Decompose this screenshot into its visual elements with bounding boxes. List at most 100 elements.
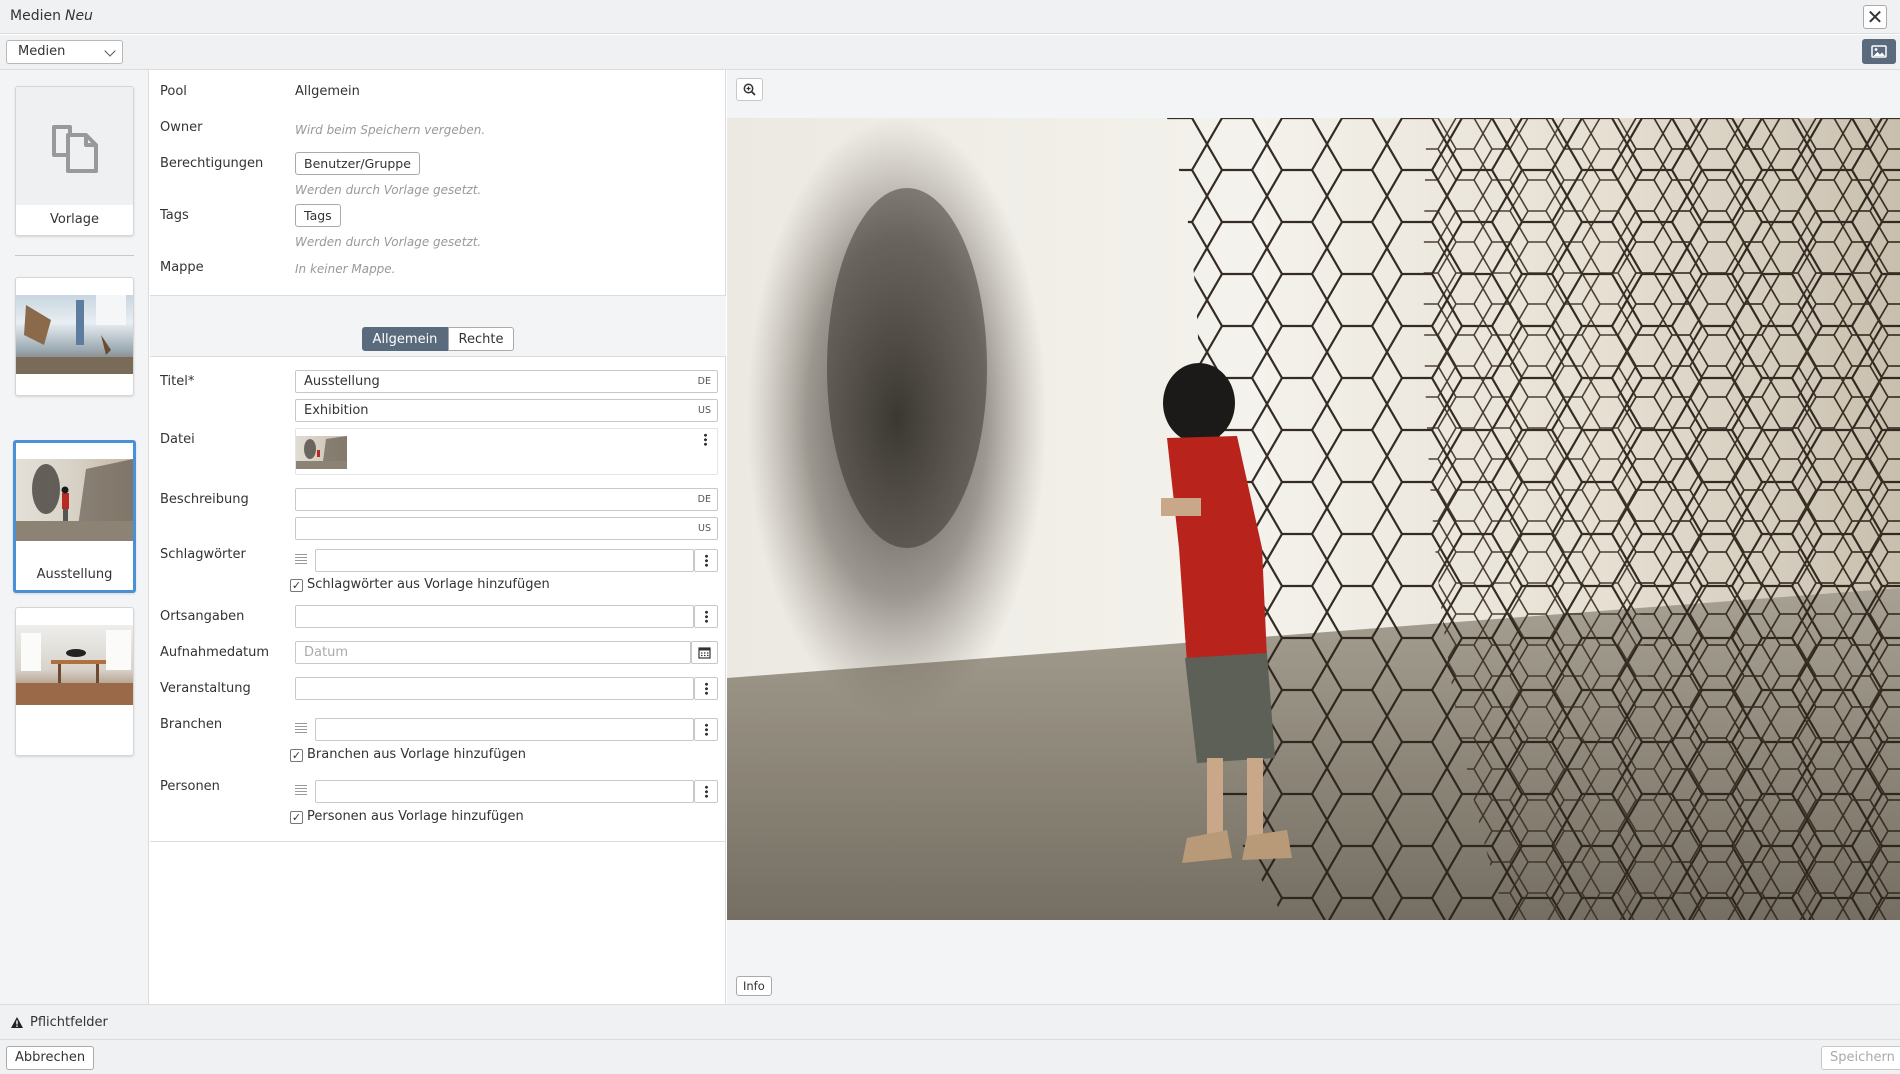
branches-menu-button[interactable] — [694, 718, 718, 741]
more-vertical-icon — [704, 554, 708, 567]
event-menu-button[interactable] — [694, 677, 718, 700]
info-button[interactable]: Info — [736, 976, 772, 996]
template-card-label: Vorlage — [49, 212, 99, 227]
zoom-button[interactable] — [736, 78, 763, 101]
more-vertical-icon — [704, 682, 708, 695]
description-us-input[interactable]: US — [295, 517, 718, 540]
language-badge-us: US — [698, 405, 711, 416]
permissions-button[interactable]: Benutzer/Gruppe — [295, 152, 420, 175]
drag-handle-icon[interactable] — [295, 723, 307, 735]
tab-bar: Allgemein Rechte — [150, 295, 726, 357]
checkmark-icon: ✓ — [291, 811, 302, 824]
checkmark-icon: ✓ — [291, 749, 302, 762]
branches-template-label: Branchen aus Vorlage hinzufügen — [307, 747, 526, 762]
description-label: Beschreibung — [160, 492, 249, 507]
title-us-input[interactable]: Exhibition US — [295, 399, 718, 422]
title-de-input[interactable]: Ausstellung DE — [295, 370, 718, 393]
save-button[interactable]: Speichern — [1821, 1046, 1900, 1070]
branches-template-checkbox[interactable]: ✓ — [290, 749, 303, 762]
template-card[interactable]: Vorlage — [15, 86, 134, 236]
event-input[interactable] — [295, 677, 694, 700]
calendar-icon — [698, 647, 711, 659]
title-label: Titel* — [160, 374, 195, 389]
keywords-input[interactable] — [315, 549, 694, 572]
persons-menu-button[interactable] — [694, 780, 718, 803]
more-vertical-icon — [704, 785, 708, 798]
folder-hint: In keiner Mappe. — [295, 262, 396, 276]
media-card-selected[interactable]: Ausstellung — [13, 440, 136, 593]
drag-handle-icon[interactable] — [295, 785, 307, 797]
media-thumbnail — [16, 459, 133, 541]
pool-label: Pool — [160, 84, 187, 99]
locations-menu-button[interactable] — [694, 605, 718, 628]
close-button[interactable]: ✕ — [1863, 5, 1887, 29]
event-label: Veranstaltung — [160, 681, 251, 696]
media-card-label: Ausstellung — [36, 567, 113, 582]
tags-hint: Werden durch Vorlage gesetzt. — [295, 235, 482, 249]
date-input[interactable]: Datum — [295, 641, 691, 664]
media-card[interactable] — [15, 607, 134, 756]
branches-label: Branchen — [160, 717, 223, 732]
file-thumbnail — [296, 436, 347, 469]
zoom-in-icon — [743, 83, 756, 96]
action-footer: Abbrechen Speichern — [0, 1039, 1900, 1074]
window-title-text: Medien — [10, 8, 61, 24]
title-us-value: Exhibition — [304, 403, 369, 418]
branches-input[interactable] — [315, 718, 694, 741]
image-icon — [1871, 45, 1887, 58]
pool-value: Allgemein — [295, 84, 360, 99]
media-preview-image — [727, 118, 1900, 920]
date-placeholder: Datum — [304, 645, 348, 660]
file-label: Datei — [160, 432, 195, 447]
date-label: Aufnahmedatum — [160, 645, 270, 660]
preview-panel: Info — [727, 70, 1900, 1004]
persons-template-label: Personen aus Vorlage hinzufügen — [307, 809, 524, 824]
close-icon: ✕ — [1866, 5, 1884, 29]
form-divider — [150, 841, 726, 842]
copy-documents-icon — [52, 125, 98, 173]
keywords-label: Schlagwörter — [160, 547, 246, 562]
media-thumbnail — [16, 625, 133, 705]
toolbar: Medien — [0, 35, 1900, 70]
folder-label: Mappe — [160, 260, 204, 275]
cancel-button[interactable]: Abbrechen — [6, 1046, 95, 1070]
more-vertical-icon — [704, 610, 708, 623]
drag-handle-icon[interactable] — [295, 554, 307, 566]
media-type-select[interactable]: Medien — [6, 40, 123, 64]
media-card[interactable] — [15, 277, 134, 396]
media-form: Pool Allgemein Owner Wird beim Speichern… — [150, 70, 726, 1004]
tags-button[interactable]: Tags — [295, 204, 341, 227]
chevron-down-icon — [104, 45, 116, 57]
more-vertical-icon — [704, 723, 708, 736]
image-view-button[interactable] — [1862, 39, 1896, 64]
checkmark-icon: ✓ — [291, 579, 302, 592]
calendar-button[interactable] — [691, 641, 718, 664]
persons-template-checkbox[interactable]: ✓ — [290, 811, 303, 824]
locations-input[interactable] — [295, 605, 694, 628]
locations-label: Ortsangaben — [160, 609, 245, 624]
description-de-input[interactable]: DE — [295, 488, 718, 511]
keywords-template-checkbox[interactable]: ✓ — [290, 579, 303, 592]
keywords-template-label: Schlagwörter aus Vorlage hinzufügen — [307, 577, 550, 592]
language-badge-de: DE — [697, 494, 711, 505]
persons-label: Personen — [160, 779, 220, 794]
keywords-menu-button[interactable] — [694, 549, 718, 572]
window-title-suffix: Neu — [64, 8, 93, 24]
window-titlebar: Medien Neu ✕ — [0, 0, 1900, 34]
file-field[interactable] — [295, 428, 718, 475]
warning-icon — [11, 1017, 23, 1028]
file-menu-button[interactable] — [704, 433, 707, 446]
owner-label: Owner — [160, 120, 203, 135]
sidebar-divider — [15, 255, 134, 256]
required-footer: Pflichtfelder — [0, 1004, 1900, 1039]
tab-rechte[interactable]: Rechte — [448, 327, 514, 351]
permissions-label: Berechtigungen — [160, 156, 264, 171]
language-badge-us: US — [698, 523, 711, 534]
persons-input[interactable] — [315, 780, 694, 803]
required-fields-label: Pflichtfelder — [30, 1015, 108, 1030]
tab-allgemein[interactable]: Allgemein — [362, 327, 448, 351]
template-placeholder — [16, 87, 133, 205]
more-vertical-icon — [704, 433, 707, 446]
permissions-hint: Werden durch Vorlage gesetzt. — [295, 183, 482, 197]
media-type-select-value: Medien — [18, 44, 66, 59]
